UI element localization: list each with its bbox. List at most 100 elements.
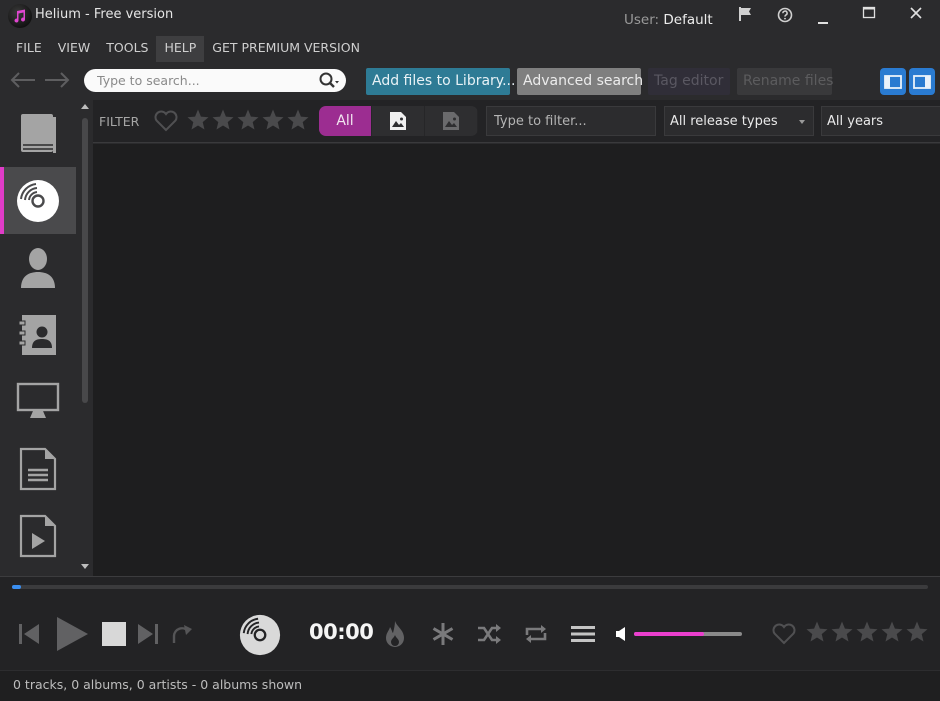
flag-button[interactable]	[735, 4, 755, 24]
previous-button[interactable]	[15, 620, 43, 648]
star-icon[interactable]	[236, 108, 260, 132]
user-prefix: User:	[624, 12, 660, 28]
star-icon[interactable]	[830, 620, 854, 644]
sidebar-item-devices[interactable]	[0, 368, 76, 435]
seek-slider[interactable]	[12, 585, 928, 589]
filter-favorite-button[interactable]	[153, 110, 179, 132]
release-type-select[interactable]: All release types	[664, 106, 814, 136]
tag-editor-button[interactable]: Tag editor	[648, 68, 730, 95]
snowflake-button[interactable]	[429, 620, 457, 648]
sidebar-scrollbar[interactable]	[78, 100, 93, 576]
advanced-search-button[interactable]: Advanced search	[517, 68, 643, 95]
contact-card-icon	[18, 314, 56, 355]
help-button[interactable]	[775, 5, 795, 25]
repeat-button[interactable]	[522, 621, 550, 647]
sidebar-item-videos[interactable]	[0, 502, 76, 569]
menu-file[interactable]: FILE	[8, 36, 50, 62]
toggle-left-panel-button[interactable]	[880, 68, 906, 95]
video-file-icon	[19, 514, 57, 557]
menu-get-premium[interactable]: GET PREMIUM VERSION	[204, 36, 368, 62]
minimize-icon	[818, 22, 828, 24]
rename-files-button[interactable]: Rename files	[737, 68, 833, 95]
maximize-button[interactable]	[858, 2, 880, 24]
play-icon	[57, 617, 88, 651]
star-icon[interactable]	[905, 620, 929, 644]
menu-tools[interactable]: TOOLS	[98, 36, 156, 62]
menu-view[interactable]: VIEW	[50, 36, 99, 62]
album-grid[interactable]	[93, 144, 940, 576]
maximize-icon	[862, 6, 876, 19]
seek-progress	[12, 585, 22, 589]
scroll-thumb[interactable]	[82, 118, 88, 403]
minimize-button[interactable]	[812, 6, 834, 28]
list-icon	[571, 626, 595, 642]
release-type-value: All release types	[670, 114, 778, 129]
menu-help[interactable]: HELP	[156, 36, 205, 62]
star-icon[interactable]	[286, 108, 310, 132]
disc-icon	[17, 179, 59, 222]
now-playing-disc-button[interactable]	[238, 613, 282, 657]
star-icon[interactable]	[880, 620, 904, 644]
skip-previous-icon	[19, 624, 39, 644]
star-icon[interactable]	[805, 620, 829, 644]
sidebar	[0, 100, 76, 576]
search-icon[interactable]	[318, 71, 340, 90]
star-icon[interactable]	[186, 108, 210, 132]
queue-button[interactable]	[569, 621, 597, 647]
flag-icon	[739, 7, 751, 21]
star-icon[interactable]	[261, 108, 285, 132]
toggle-right-panel-button[interactable]	[909, 68, 935, 95]
add-files-button[interactable]: Add files to Library...	[366, 68, 515, 95]
sidebar-item-library[interactable]	[0, 100, 76, 167]
filter-without-cover-tab[interactable]	[425, 106, 478, 136]
scroll-down-arrow-icon[interactable]	[81, 564, 89, 569]
hot-button[interactable]	[382, 620, 408, 648]
disc-icon	[239, 614, 281, 656]
search-input[interactable]	[97, 72, 312, 89]
sidebar-item-contacts[interactable]	[0, 301, 76, 368]
chevron-down-icon	[799, 120, 805, 124]
skip-next-icon	[138, 624, 158, 644]
star-icon[interactable]	[211, 108, 235, 132]
right-panel-icon	[913, 74, 931, 89]
scroll-up-arrow-icon[interactable]	[81, 104, 89, 109]
fire-icon	[386, 621, 404, 647]
next-button[interactable]	[134, 620, 162, 648]
user-indicator[interactable]: User: Default	[624, 12, 713, 28]
filter-all-tab[interactable]: All	[319, 106, 372, 136]
sidebar-item-albums[interactable]	[0, 167, 76, 234]
app-logo-icon	[8, 4, 32, 28]
star-icon[interactable]	[855, 620, 879, 644]
track-rating[interactable]	[805, 620, 929, 644]
help-icon	[777, 7, 793, 23]
arrow-right-icon	[45, 72, 70, 88]
favorite-track-button[interactable]	[771, 622, 797, 646]
stop-icon	[102, 622, 126, 646]
book-icon	[21, 113, 56, 153]
redo-icon	[172, 625, 192, 643]
filter-rating[interactable]	[186, 108, 310, 132]
replay-button[interactable]	[168, 620, 196, 648]
volume-mute-button[interactable]	[615, 626, 627, 642]
time-display: 00:00	[309, 620, 374, 644]
close-button[interactable]	[905, 2, 927, 24]
document-icon	[19, 447, 57, 490]
filter-input[interactable]	[486, 106, 656, 136]
sidebar-item-artists[interactable]	[0, 234, 76, 301]
media-type-filter: All	[319, 106, 478, 136]
repeat-icon	[525, 625, 547, 643]
app-title: Helium - Free version	[35, 7, 174, 22]
sidebar-item-documents[interactable]	[0, 435, 76, 502]
play-button[interactable]	[53, 614, 91, 654]
filter-with-cover-tab[interactable]	[372, 106, 425, 136]
search-box	[84, 69, 346, 92]
volume-slider[interactable]	[634, 632, 742, 636]
forward-button[interactable]	[42, 68, 72, 92]
speaker-icon	[616, 627, 625, 641]
years-select[interactable]: All years	[821, 106, 940, 136]
filter-label: FILTER	[99, 114, 140, 129]
back-button[interactable]	[8, 68, 38, 92]
image-file-dim-icon	[443, 112, 459, 130]
stop-button[interactable]	[100, 620, 128, 648]
shuffle-button[interactable]	[475, 621, 503, 647]
